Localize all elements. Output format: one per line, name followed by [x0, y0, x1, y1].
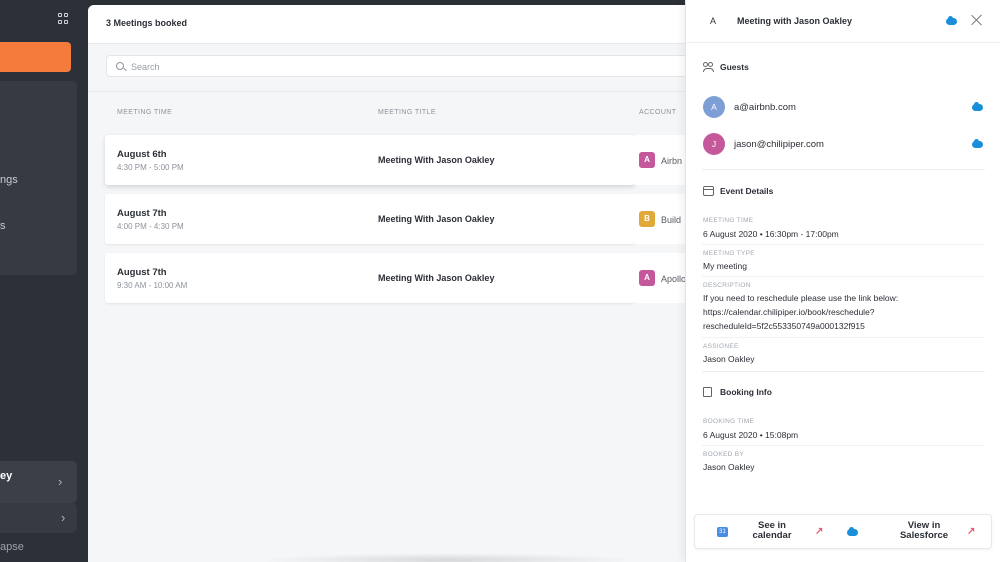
- see-in-calendar-label: See in calendar: [752, 520, 792, 541]
- divider: [702, 276, 985, 277]
- description-link[interactable]: https://calendar.chilipiper.io/book/resc…: [703, 305, 983, 319]
- guest-email[interactable]: jason@chilipiper.com: [734, 139, 824, 150]
- see-in-calendar-button[interactable]: 31 See in calendar ↗: [695, 515, 843, 548]
- sidebar-user-card[interactable]: [0, 461, 77, 503]
- search-input[interactable]: [131, 60, 531, 73]
- table-row[interactable]: August 7th 9:30 AM - 10:00 AM Meeting Wi…: [105, 253, 685, 303]
- salesforce-icon[interactable]: [972, 139, 983, 148]
- column-header-account[interactable]: ACCOUNT: [639, 109, 676, 116]
- external-link-icon: ↗: [815, 526, 824, 537]
- scroll-shadow: [258, 553, 638, 562]
- meeting-date: August 7th: [117, 267, 167, 278]
- close-icon[interactable]: [971, 14, 983, 26]
- meeting-detail-title: Meeting with Jason Oakley: [737, 16, 853, 26]
- divider: [702, 445, 985, 446]
- divider: [88, 91, 685, 92]
- meeting-time: 4:30 PM - 5:00 PM: [117, 163, 184, 172]
- sidebar-user-name: ey: [0, 470, 13, 482]
- external-link-icon: ↗: [967, 526, 976, 537]
- meeting-date: August 7th: [117, 208, 167, 219]
- guest-avatar: J: [703, 133, 725, 155]
- divider: [702, 371, 985, 372]
- guest-email[interactable]: a@airbnb.com: [734, 102, 796, 113]
- sidebar-item-meetings[interactable]: ngs: [0, 174, 18, 186]
- divider: [702, 244, 985, 245]
- calendar-icon: [703, 186, 714, 196]
- meeting-date: August 6th: [117, 149, 167, 160]
- meeting-detail-panel: A Meeting with Jason Oakley Guests A a@a…: [685, 0, 1000, 562]
- view-in-salesforce-button[interactable]: View in Salesforce ↗: [843, 515, 991, 548]
- salesforce-icon[interactable]: [972, 102, 983, 111]
- meeting-time-value: 6 August 2020 • 16:30pm - 17:00pm: [703, 229, 839, 239]
- account-name: Airbn: [661, 156, 683, 166]
- sidebar-item-partial[interactable]: s: [0, 220, 6, 232]
- guest-avatar: A: [703, 96, 725, 118]
- assignee-label: ASSIGNEE: [703, 343, 739, 350]
- view-in-salesforce-label: View in Salesforce: [899, 520, 949, 541]
- main-header: 3 Meetings booked: [88, 5, 685, 44]
- page-title: 3 Meetings booked: [106, 18, 188, 28]
- sidebar-secondary-card[interactable]: [0, 503, 77, 533]
- description-label: DESCRIPTION: [703, 282, 751, 289]
- booking-info-heading: Booking Info: [720, 387, 772, 397]
- guests-icon: [703, 62, 714, 72]
- apps-grid-icon[interactable]: [58, 13, 69, 24]
- booking-time-value: 6 August 2020 • 15:08pm: [703, 430, 799, 440]
- salesforce-icon: [847, 527, 858, 536]
- guests-heading: Guests: [720, 62, 749, 72]
- meeting-type-value: My meeting: [703, 261, 747, 271]
- search-icon: [116, 62, 124, 70]
- account-name: Build: [661, 215, 682, 225]
- meeting-time: 4:00 PM - 4:30 PM: [117, 222, 184, 231]
- booked-by-value: Jason Oakley: [703, 462, 755, 472]
- sidebar-active-item[interactable]: [0, 42, 71, 72]
- event-details-heading: Event Details: [720, 186, 774, 196]
- sidebar: ngs s ey › › apse: [0, 0, 88, 562]
- search-bar[interactable]: [106, 55, 685, 77]
- collapse-sidebar-link[interactable]: apse: [0, 541, 24, 553]
- table-row[interactable]: August 6th 4:30 PM - 5:00 PM Meeting Wit…: [105, 135, 685, 185]
- divider: [702, 169, 985, 170]
- account-avatar: B: [639, 211, 655, 227]
- column-header-meeting-title[interactable]: MEETING TITLE: [378, 109, 436, 116]
- book-icon: [703, 387, 712, 397]
- divider: [686, 42, 1000, 43]
- calendar-icon: 31: [717, 527, 728, 537]
- meeting-title: Meeting With Jason Oakley: [378, 273, 495, 283]
- detail-footer: 31 See in calendar ↗ View in Salesforce ↗: [694, 514, 992, 549]
- account-avatar: A: [639, 152, 655, 168]
- booking-time-label: BOOKING TIME: [703, 418, 755, 425]
- account-name: Apollo: [661, 274, 685, 284]
- meeting-title: Meeting With Jason Oakley: [378, 214, 495, 224]
- meetings-panel: 3 Meetings booked MEETING TIME MEETING T…: [88, 5, 685, 562]
- account-avatar: A: [639, 270, 655, 286]
- meeting-type-label: MEETING TYPE: [703, 250, 755, 257]
- assignee-value: Jason Oakley: [703, 354, 755, 364]
- salesforce-icon[interactable]: [946, 16, 957, 25]
- booked-by-label: BOOKED BY: [703, 451, 744, 458]
- column-header-meeting-time[interactable]: MEETING TIME: [117, 109, 172, 116]
- meeting-time-label: MEETING TIME: [703, 217, 754, 224]
- description-line: If you need to reschedule please use the…: [703, 293, 899, 303]
- table-row[interactable]: August 7th 4:00 PM - 4:30 PM Meeting Wit…: [105, 194, 685, 244]
- meeting-account-letter: A: [710, 16, 717, 26]
- description-link[interactable]: rescheduleId=5f2c553350749a000132f915: [703, 319, 983, 333]
- chevron-right-icon[interactable]: ›: [58, 474, 62, 489]
- chevron-right-icon[interactable]: ›: [61, 510, 65, 525]
- meeting-time: 9:30 AM - 10:00 AM: [117, 281, 188, 290]
- meeting-title: Meeting With Jason Oakley: [378, 155, 495, 165]
- divider: [702, 337, 985, 338]
